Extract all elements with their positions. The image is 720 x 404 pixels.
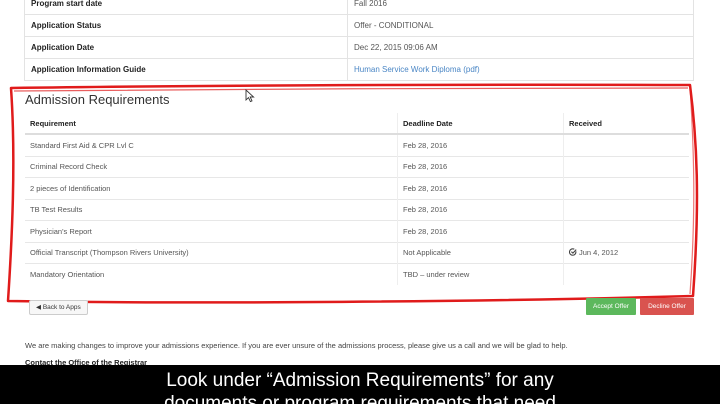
info-label: Application Information Guide (24, 58, 348, 81)
table-row: TB Test Results Feb 28, 2016 (25, 198, 689, 221)
deadline-cell: Feb 28, 2016 (397, 177, 564, 199)
info-label: Application Status (24, 14, 348, 37)
deadline-cell: Feb 28, 2016 (397, 155, 564, 178)
requirement-cell: Mandatory Orientation (25, 263, 398, 285)
table-row: Official Transcript (Thompson Rivers Uni… (25, 241, 689, 264)
table-row: Application Information Guide Human Serv… (24, 58, 694, 81)
deadline-cell: Feb 28, 2016 (397, 198, 564, 221)
table-row: Physician's Report Feb 28, 2016 (25, 220, 689, 242)
received-cell (563, 263, 689, 285)
back-to-apps-button[interactable]: ◀ Back to Apps (29, 300, 88, 315)
info-value: Human Service Work Diploma (pdf) (347, 58, 694, 81)
column-header-deadline: Deadline Date (397, 113, 564, 135)
caption-line: Look under “Admission Requirements” for … (166, 370, 554, 391)
info-label: Application Date (24, 36, 348, 59)
requirement-cell: Criminal Record Check (25, 155, 398, 178)
received-cell (563, 198, 689, 221)
decline-offer-button[interactable]: Decline Offer (640, 298, 694, 315)
deadline-cell: Feb 28, 2016 (397, 133, 564, 156)
table-row: Application Date Dec 22, 2015 09:06 AM (24, 36, 694, 59)
info-label: Program start date (24, 0, 348, 15)
accept-offer-button[interactable]: Accept Offer (586, 298, 636, 315)
application-status-value: Offer - CONDITIONAL (347, 14, 694, 37)
table-row: Application Status Offer - CONDITIONAL (24, 14, 694, 37)
table-row: Program start date Fall 2016 (24, 0, 694, 15)
table-row: Mandatory Orientation TBD – under review (25, 263, 689, 285)
requirement-cell: Official Transcript (Thompson Rivers Uni… (25, 241, 398, 264)
mouse-cursor-icon (245, 89, 255, 103)
table-row: 2 pieces of Identification Feb 28, 2016 (25, 177, 689, 199)
requirement-cell: Standard First Aid & CPR Lvl C (25, 133, 398, 156)
video-caption: Look under “Admission Requirements” for … (0, 365, 720, 404)
received-cell (563, 177, 689, 199)
caption-line: documents or program requirements that n… (164, 393, 556, 404)
received-date: Jun 4, 2012 (579, 248, 619, 258)
information-guide-link[interactable]: Human Service Work Diploma (pdf) (354, 65, 480, 74)
deadline-cell: Feb 28, 2016 (397, 220, 564, 242)
table-row: Criminal Record Check Feb 28, 2016 (25, 155, 689, 178)
deadline-cell: TBD – under review (397, 263, 564, 285)
deadline-cell: Not Applicable (397, 241, 564, 264)
received-cell (563, 133, 689, 156)
requirement-cell: Physician's Report (25, 220, 398, 242)
application-page: Program start date Fall 2016 Application… (0, 0, 720, 404)
received-cell (563, 155, 689, 178)
column-header-requirement: Requirement (25, 113, 398, 135)
column-header-received: Received (563, 113, 689, 135)
received-check-icon (569, 248, 577, 257)
received-cell: Jun 4, 2012 (563, 241, 689, 264)
received-cell (563, 220, 689, 242)
table-row: Standard First Aid & CPR Lvl C Feb 28, 2… (25, 133, 689, 156)
admissions-notice: We are making changes to improve your ad… (25, 341, 568, 350)
requirements-table: Requirement Deadline Date Received Stand… (25, 113, 689, 285)
application-info-table: Program start date Fall 2016 Application… (24, 0, 694, 81)
requirement-cell: 2 pieces of Identification (25, 177, 398, 199)
info-value: Fall 2016 (347, 0, 694, 15)
back-arrow-icon: ◀ (36, 304, 41, 311)
back-button-label: Back to Apps (42, 304, 81, 311)
admission-requirements-heading: Admission Requirements (25, 92, 170, 107)
requirement-cell: TB Test Results (25, 198, 398, 221)
table-header-row: Requirement Deadline Date Received (25, 113, 689, 135)
application-date-value: Dec 22, 2015 09:06 AM (347, 36, 694, 59)
